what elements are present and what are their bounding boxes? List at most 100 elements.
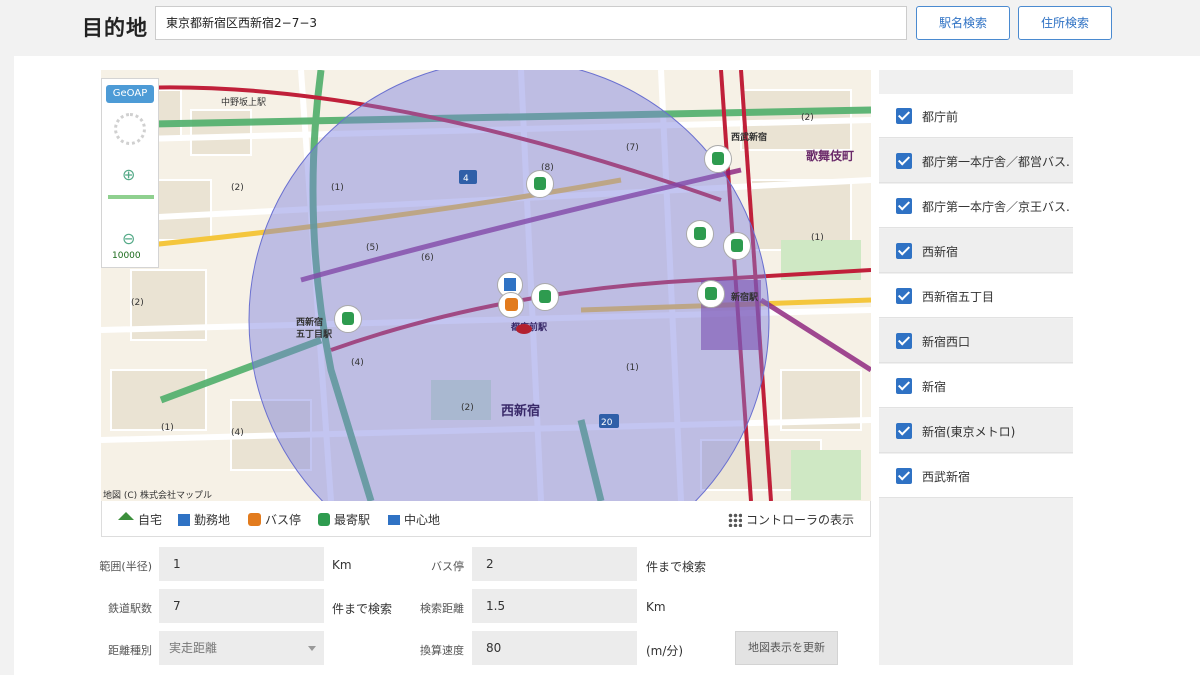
map-view[interactable]: 中野坂上駅 西新宿 西新宿 五丁目駅 都庁前駅 新宿駅 西武新宿 歌舞伎町 (1… [101, 70, 871, 501]
map-canvas: 中野坂上駅 西新宿 西新宿 五丁目駅 都庁前駅 新宿駅 西武新宿 歌舞伎町 (1… [101, 70, 871, 501]
station-list: 都庁前 都庁第一本庁舎／都営バス... 都庁第一本庁舎／京王バス... 西新宿 … [879, 70, 1073, 665]
train-icon [731, 239, 743, 252]
svg-text:(1): (1) [161, 423, 174, 433]
rail-count-input[interactable]: 7 [159, 589, 324, 623]
radius-input[interactable]: 1 [159, 547, 324, 581]
train-icon [705, 287, 717, 300]
station-name: 都庁第一本庁舎／都営バス... [922, 155, 1070, 169]
bus-input[interactable]: 2 [472, 547, 637, 581]
geoap-badge: GeOAP [106, 85, 154, 103]
controller-toggle[interactable]: コントローラの表示 [727, 511, 854, 528]
train-icon [342, 312, 354, 325]
svg-text:(2): (2) [801, 113, 814, 123]
svg-text:西新宿: 西新宿 [296, 316, 323, 328]
station-name: 都庁前 [922, 110, 959, 124]
rail-count-label: 鉄道駅数 [108, 602, 152, 615]
speed-input[interactable]: 80 [472, 631, 637, 665]
svg-text:(2): (2) [131, 298, 144, 308]
station-marker[interactable] [334, 305, 362, 333]
distance-type-select[interactable]: 実走距離 [159, 631, 324, 665]
station-item[interactable]: 都庁第一本庁舎／都営バス... [879, 139, 1073, 183]
distance-type-label: 距離種別 [108, 644, 152, 657]
bus-icon [248, 513, 261, 526]
train-icon [694, 227, 706, 240]
svg-text:西新宿: 西新宿 [501, 403, 540, 419]
station-checkbox[interactable] [896, 378, 912, 394]
station-marker[interactable] [704, 145, 732, 173]
address-search-button[interactable]: 住所検索 [1018, 6, 1112, 40]
office-icon [504, 278, 516, 291]
svg-text:(1): (1) [811, 233, 824, 243]
station-checkbox[interactable] [896, 198, 912, 214]
station-name: 新宿 [922, 380, 947, 394]
map-zoom-controls[interactable]: GeOAP ⊕ ⊖ 10000 [101, 78, 159, 268]
train-icon [539, 290, 551, 303]
zoom-in-icon[interactable]: ⊕ [122, 165, 135, 184]
legend-station-label: 最寄駅 [334, 513, 371, 527]
legend-office-label: 勤務地 [194, 513, 231, 527]
station-item[interactable]: 新宿西口 [879, 319, 1073, 363]
station-item[interactable]: 都庁第一本庁舎／京王バス... [879, 184, 1073, 228]
station-search-button[interactable]: 駅名検索 [916, 6, 1010, 40]
rail-count-unit: 件まで検索 [332, 602, 393, 616]
svg-text:(2): (2) [461, 403, 474, 413]
pan-control[interactable] [114, 113, 146, 145]
svg-text:(4): (4) [351, 358, 364, 368]
station-item[interactable]: 西新宿五丁目 [879, 274, 1073, 318]
train-icon [712, 152, 724, 165]
station-item[interactable]: 西新宿 [879, 229, 1073, 273]
chevron-down-icon [308, 646, 316, 651]
station-marker[interactable] [686, 220, 714, 248]
station-item[interactable]: 都庁前 [879, 94, 1073, 138]
station-checkbox[interactable] [896, 288, 912, 304]
station-marker[interactable] [697, 280, 725, 308]
station-checkbox[interactable] [896, 153, 912, 169]
station-marker[interactable] [526, 170, 554, 198]
station-name: 西武新宿 [922, 470, 971, 484]
station-checkbox[interactable] [896, 243, 912, 259]
destination-label: 目的地 [82, 16, 148, 40]
station-name: 新宿(東京メトロ) [922, 425, 1016, 439]
home-icon [118, 511, 134, 520]
svg-text:(7): (7) [626, 143, 639, 153]
grid-icon [727, 512, 742, 527]
bus-marker[interactable] [498, 292, 524, 318]
search-distance-label: 検索距離 [420, 602, 464, 615]
zoom-slider[interactable] [108, 195, 154, 199]
radius-label: 範囲(半径) [99, 560, 152, 573]
legend-bus-label: バス停 [265, 513, 302, 527]
legend-home-label: 自宅 [138, 513, 163, 527]
address-input[interactable]: 東京都新宿区西新宿2−7−3 [155, 6, 907, 40]
search-distance-unit: Km [646, 600, 666, 614]
legend-office: 勤務地 [178, 511, 230, 528]
station-item[interactable]: 新宿(東京メトロ) [879, 409, 1073, 453]
svg-text:新宿駅: 新宿駅 [731, 291, 759, 303]
map-copyright: 地図 (C) 株式会社マップル [103, 491, 213, 501]
train-icon [534, 177, 546, 190]
svg-text:(2): (2) [231, 183, 244, 193]
scale-value: 10000 [112, 251, 141, 261]
station-item[interactable]: 西武新宿 [879, 454, 1073, 498]
svg-text:(4): (4) [231, 428, 244, 438]
svg-text:(1): (1) [626, 363, 639, 373]
svg-text:(5): (5) [366, 243, 379, 253]
bus-label: バス停 [431, 560, 464, 573]
station-item[interactable]: 新宿 [879, 364, 1073, 408]
bus-icon [505, 298, 518, 311]
svg-text:4: 4 [463, 174, 469, 184]
update-map-button[interactable]: 地図表示を更新 [735, 631, 838, 665]
legend-station: 最寄駅 [318, 511, 370, 528]
station-checkbox[interactable] [896, 468, 912, 484]
station-checkbox[interactable] [896, 108, 912, 124]
station-checkbox[interactable] [896, 423, 912, 439]
center-marker [516, 324, 532, 334]
station-marker[interactable] [723, 232, 751, 260]
legend-center: 中心地 [388, 511, 440, 528]
station-checkbox[interactable] [896, 333, 912, 349]
station-marker[interactable] [531, 283, 559, 311]
controller-label: コントローラの表示 [745, 513, 854, 527]
speed-unit: (m/分) [646, 644, 684, 658]
svg-text:歌舞伎町: 歌舞伎町 [806, 148, 854, 163]
zoom-out-icon[interactable]: ⊖ [122, 229, 135, 248]
search-distance-input[interactable]: 1.5 [472, 589, 637, 623]
